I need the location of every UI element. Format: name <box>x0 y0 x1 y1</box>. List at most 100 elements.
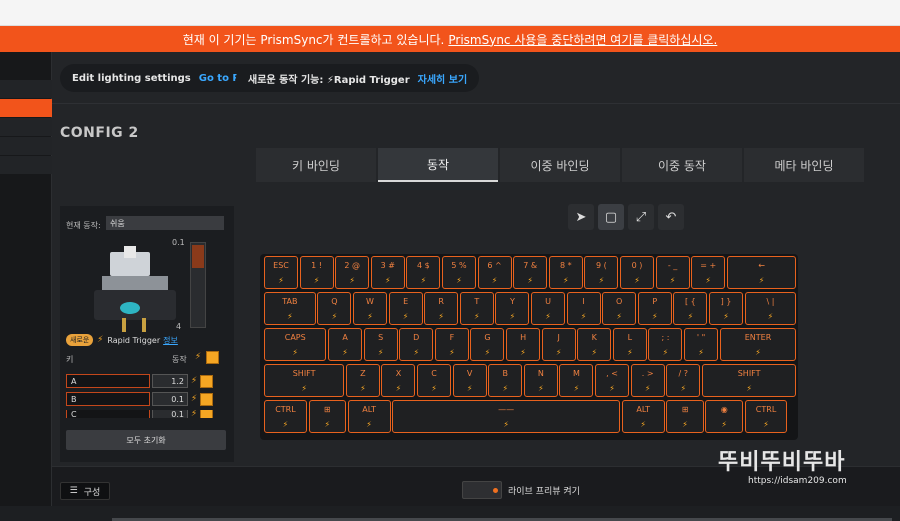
bolt-icon: ⚡ <box>377 348 384 357</box>
key[interactable]: ] } ⚡ <box>709 292 743 325</box>
key[interactable]: . > ⚡ <box>630 364 665 397</box>
key[interactable]: , < ⚡ <box>595 364 630 397</box>
key[interactable]: ' " ⚡ <box>684 328 719 361</box>
key[interactable]: ENTER ⚡ <box>719 328 797 361</box>
key[interactable]: X ⚡ <box>381 364 416 397</box>
tab-actuation[interactable]: 동작 <box>378 148 498 182</box>
key[interactable]: 7 & ⚡ <box>513 256 548 289</box>
tab-key-binding[interactable]: 키 바인딩 <box>256 148 376 182</box>
bolt-icon: ⚡ <box>473 312 480 321</box>
slider-bottom-label: 4 <box>176 322 182 331</box>
key[interactable]: 6 ^ ⚡ <box>477 256 512 289</box>
key[interactable]: 1 ! ⚡ <box>299 256 334 289</box>
current-action-select[interactable]: 쉬움 <box>106 216 224 230</box>
key[interactable]: TAB ⚡ <box>264 292 316 325</box>
key[interactable]: 8 * ⚡ <box>548 256 583 289</box>
bolt-icon: ⚡ <box>616 312 622 321</box>
tab-meta-binding[interactable]: 메타 바인딩 <box>744 148 864 182</box>
bolt-icon: ⚡ <box>609 384 615 393</box>
key[interactable]: CAPS ⚡ <box>264 328 327 361</box>
key[interactable]: ALT ⚡ <box>621 400 665 433</box>
actuation-slider[interactable] <box>190 242 206 328</box>
row-value[interactable]: 0.1 <box>152 410 188 418</box>
key[interactable]: K ⚡ <box>577 328 612 361</box>
nav-item-active[interactable] <box>0 99 52 117</box>
key[interactable]: Y ⚡ <box>495 292 530 325</box>
key[interactable]: A ⚡ <box>328 328 363 361</box>
key[interactable]: ← ⚡ <box>726 256 797 289</box>
tab-dual-binding[interactable]: 이중 바인딩 <box>500 148 620 182</box>
select-all-square[interactable] <box>206 351 219 364</box>
key[interactable]: E ⚡ <box>388 292 423 325</box>
banner-link[interactable]: PrismSync 사용을 중단하려면 여기를 클릭하십시오. <box>448 31 717 48</box>
info-link[interactable]: 정보 <box>163 335 178 346</box>
key[interactable]: C ⚡ <box>417 364 452 397</box>
row-select[interactable] <box>200 392 213 406</box>
key[interactable]: Q ⚡ <box>317 292 352 325</box>
bolt-icon: ⚡ <box>555 348 562 357</box>
key[interactable]: ⊞ ⚡ <box>666 400 704 433</box>
key[interactable]: T ⚡ <box>459 292 494 325</box>
key[interactable]: M ⚡ <box>559 364 594 397</box>
key[interactable]: ESC ⚡ <box>264 256 298 289</box>
key[interactable]: R ⚡ <box>424 292 459 325</box>
key[interactable]: 9 (⚡ <box>584 256 619 289</box>
key[interactable]: G ⚡ <box>470 328 505 361</box>
nav-item[interactable] <box>0 137 52 155</box>
row-value[interactable]: 0.1 <box>152 392 188 406</box>
key[interactable]: / ? ⚡ <box>666 364 701 397</box>
key[interactable]: L ⚡ <box>612 328 647 361</box>
key[interactable]: CTRL ⚡ <box>744 400 788 433</box>
key[interactable]: 2 @ ⚡ <box>335 256 370 289</box>
key[interactable]: 3 # ⚡ <box>370 256 405 289</box>
key[interactable]: ; : ⚡ <box>648 328 683 361</box>
key[interactable]: 0 ) ⚡ <box>620 256 654 289</box>
undo-icon[interactable]: ↶ <box>658 204 684 230</box>
key[interactable]: Z ⚡ <box>345 364 380 397</box>
key[interactable]: ◉ ⚡ <box>705 400 743 433</box>
live-preview-toggle[interactable] <box>462 481 502 499</box>
key[interactable]: V ⚡ <box>452 364 487 397</box>
slider-fill <box>192 245 204 268</box>
key[interactable]: W ⚡ <box>353 292 387 325</box>
key[interactable]: CTRL ⚡ <box>264 400 307 433</box>
config-button[interactable]: ☰ 구성 <box>60 482 110 500</box>
learn-more-link[interactable]: 자세히 보기 <box>418 71 467 86</box>
tab-dual-actuation[interactable]: 이중 동작 <box>622 148 742 182</box>
key[interactable]: O ⚡ <box>602 292 637 325</box>
key[interactable]: SHIFT ⚡ <box>264 364 345 397</box>
key[interactable]: F ⚡ <box>434 328 469 361</box>
nav-item[interactable] <box>0 118 52 136</box>
key[interactable]: —— ⚡ <box>392 400 621 433</box>
row-value[interactable]: 1.2 <box>152 374 188 388</box>
nav-item[interactable] <box>0 156 52 174</box>
arrow-icon[interactable]: ➤ <box>568 204 594 230</box>
key[interactable]: = + ⚡ <box>691 256 726 289</box>
new-badge: 새로운 <box>66 334 94 346</box>
key[interactable]: I ⚡ <box>566 292 601 325</box>
key[interactable]: - _ ⚡ <box>655 256 690 289</box>
table-row: A 1.2 ⚡ <box>66 374 222 388</box>
key[interactable]: 4 $ ⚡ <box>406 256 441 289</box>
bolt-icon: ⚡ <box>634 276 640 285</box>
key[interactable]: [ {⚡ <box>673 292 708 325</box>
key[interactable]: ⊞ ⚡ <box>308 400 347 433</box>
select-box-icon[interactable]: ▢ <box>598 204 624 230</box>
key[interactable]: ALT ⚡ <box>347 400 391 433</box>
key[interactable]: SHIFT ⚡ <box>701 364 797 397</box>
nav-item[interactable] <box>0 80 52 98</box>
key[interactable]: J ⚡ <box>541 328 576 361</box>
key[interactable]: H ⚡ <box>506 328 541 361</box>
key[interactable]: P ⚡ <box>637 292 672 325</box>
key[interactable]: B ⚡ <box>488 364 523 397</box>
key[interactable]: N ⚡ <box>523 364 558 397</box>
key[interactable]: S ⚡ <box>363 328 398 361</box>
key[interactable]: D ⚡ <box>399 328 434 361</box>
row-select[interactable] <box>200 374 213 388</box>
key[interactable]: \ | ⚡ <box>744 292 797 325</box>
row-select[interactable] <box>200 410 213 418</box>
key[interactable]: U ⚡ <box>531 292 565 325</box>
key[interactable]: 5 % ⚡ <box>442 256 476 289</box>
reset-all-button[interactable]: 모두 초기화 <box>66 430 226 450</box>
expand-icon[interactable]: ⤢ <box>628 204 654 230</box>
